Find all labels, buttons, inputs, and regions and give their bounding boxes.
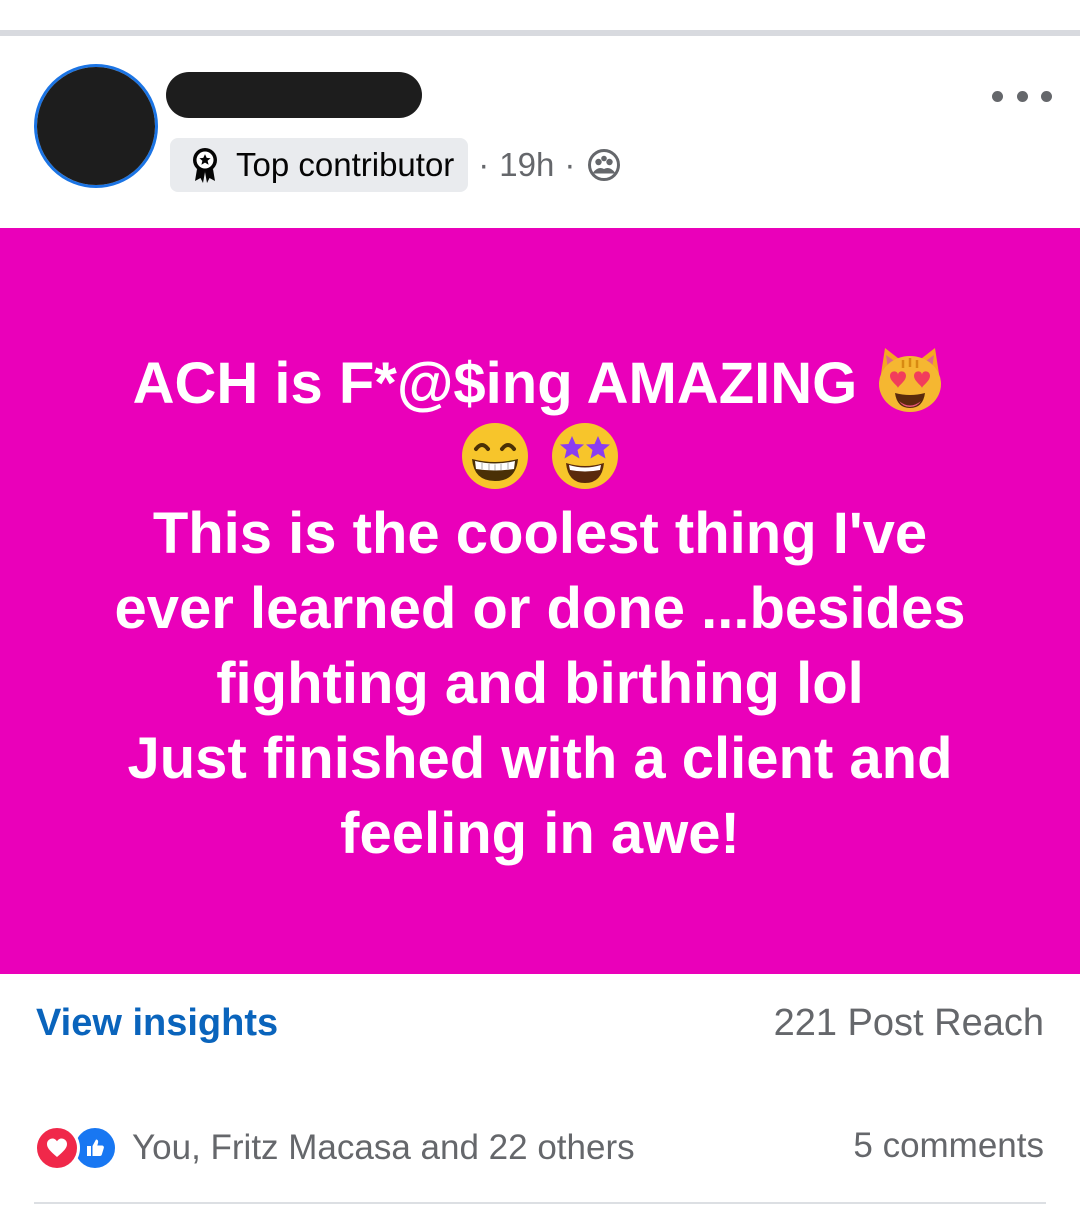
meta-separator: · [478,146,490,183]
meta-separator: · [564,146,576,183]
author-avatar[interactable] [34,64,158,188]
award-badge-icon [193,148,217,183]
post-timestamp[interactable]: 19h [499,146,554,184]
post-line-text: ever learned or done ...besides [114,576,966,641]
avatar-redaction [37,67,155,185]
post-line-text: Just finished with a client and [127,726,953,791]
post-reach: 221 Post Reach [773,1002,1044,1044]
more-options-icon[interactable] [992,84,1052,108]
post-line: ACH is F*@$ing AMAZING [40,346,1040,421]
view-insights-link[interactable]: View insights [36,1002,278,1045]
top-contributor-badge[interactable]: Top contributor [170,138,469,192]
reactions-summary[interactable]: You, Fritz Macasa and 22 others [34,1124,635,1172]
post-line-text: ACH is F*@$ing AMAZING [132,351,858,416]
smiling-cat-heart-eyes-icon [879,347,942,412]
post-line [40,421,1040,496]
reactions-text: You, Fritz Macasa and 22 others [132,1128,635,1167]
author-name-redacted[interactable] [166,72,422,118]
feed-divider [0,30,1080,36]
post-line-text: feeling in awe! [340,801,740,866]
post-meta: Top contributor · 19h · [170,138,621,192]
action-divider [34,1202,1046,1204]
love-reaction-icon [34,1125,80,1171]
grinning-face-smiling-eyes-icon [461,422,528,489]
post-line-text: fighting and birthing lol [216,651,864,716]
star-struck-icon [552,422,619,489]
post-text: ACH is F*@$ing AMAZING This is the coole… [40,346,1040,871]
group-audience-icon[interactable] [587,148,621,182]
comments-count[interactable]: 5 comments [853,1126,1044,1166]
badge-label: Top contributor [236,146,455,183]
post-line-text: This is the coolest thing I've [152,501,928,566]
